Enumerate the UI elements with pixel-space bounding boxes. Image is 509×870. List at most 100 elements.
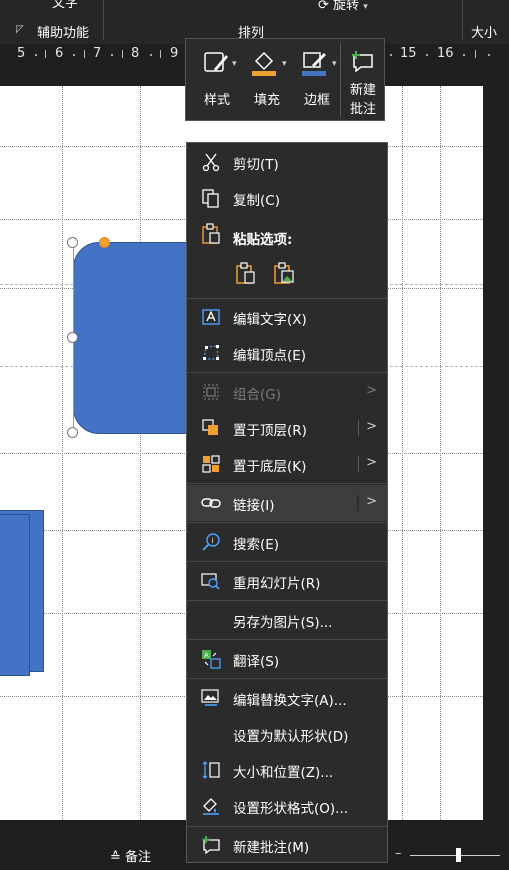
- pen-outline-icon: [302, 52, 326, 76]
- style-label: 样式: [203, 93, 230, 108]
- chevron-down-icon: ▾: [282, 59, 287, 69]
- paste-picture-icon: [274, 262, 294, 284]
- border-button[interactable]: ▾ 边框: [292, 47, 342, 117]
- menu-item-bring-to-front[interactable]: 置于顶层(R) >: [187, 410, 387, 446]
- split-divider: [358, 456, 359, 472]
- new-comment-label-line1: 新建: [349, 83, 376, 98]
- new-comment-button[interactable]: 新建 批注: [341, 47, 385, 121]
- paste-keep-formatting-icon: [236, 262, 255, 284]
- svg-text:i: i: [212, 537, 214, 545]
- shape-rectangle-front[interactable]: [0, 514, 30, 676]
- menu-divider: [187, 600, 387, 601]
- menu-item-label: 搜索(E): [233, 537, 280, 553]
- border-label: 边框: [303, 93, 330, 108]
- send-to-back-icon: [202, 455, 220, 473]
- zoom-slider-thumb[interactable]: [456, 848, 461, 862]
- chevron-right-icon[interactable]: >: [366, 455, 377, 470]
- fill-button[interactable]: ▾ 填充: [242, 47, 292, 117]
- ruler-dot: [111, 54, 113, 56]
- grid-line: [140, 86, 141, 820]
- smart-lookup-icon: i: [202, 533, 220, 551]
- menu-item-edit-text[interactable]: 编辑文字(X): [187, 299, 387, 335]
- shape-style-icon: [204, 52, 228, 72]
- menu-item-cut[interactable]: 剪切(T): [187, 144, 387, 180]
- ruler-number: 15: [400, 46, 417, 61]
- ribbon-text-fragment: 文字: [52, 0, 79, 11]
- notes-button[interactable]: ≙ 备注: [110, 846, 151, 865]
- menu-item-edit-alt-text[interactable]: 编辑替换文字(A)...: [187, 680, 387, 716]
- menu-item-label: 剪切(T): [233, 157, 279, 173]
- rotate-icon: ⟳: [318, 0, 329, 13]
- chevron-down-icon: ▾: [332, 59, 337, 69]
- paint-bucket-icon: [252, 51, 276, 76]
- ruler-tick: [160, 50, 161, 58]
- menu-item-translate[interactable]: A 翻译(S): [187, 641, 387, 677]
- paste-as-picture-button[interactable]: [273, 261, 301, 289]
- menu-item-new-comment[interactable]: 新建批注(M): [187, 827, 387, 863]
- menu-item-send-to-back[interactable]: 置于底层(K) >: [187, 446, 387, 482]
- paste-keep-source-button[interactable]: [235, 261, 263, 289]
- menu-divider: [187, 372, 387, 373]
- resize-handle[interactable]: [67, 332, 78, 343]
- resize-handle[interactable]: [67, 427, 78, 438]
- menu-item-format-shape[interactable]: 设置形状格式(O)...: [187, 788, 387, 824]
- chevron-right-icon[interactable]: >: [366, 494, 377, 509]
- style-button[interactable]: ▾ 样式: [192, 47, 242, 117]
- ruler-tick: [45, 50, 46, 58]
- ruler-dot: [426, 54, 428, 56]
- split-divider: [358, 420, 359, 436]
- ribbon-divider: [462, 0, 463, 40]
- bring-to-front-icon: [202, 419, 218, 435]
- menu-item-label: 重用幻灯片(R): [233, 576, 321, 592]
- ruler-number: 8: [131, 46, 140, 61]
- chevron-right-icon[interactable]: >: [366, 419, 377, 434]
- edit-text-icon: [202, 309, 220, 325]
- paste-options-heading: 粘贴选项:: [233, 232, 293, 248]
- adjust-handle[interactable]: [99, 237, 110, 248]
- menu-item-reuse-slides[interactable]: 重用幻灯片(R): [187, 563, 387, 599]
- dialog-launcher-icon[interactable]: ◸: [16, 24, 24, 35]
- menu-item-label: 编辑顶点(E): [233, 348, 307, 364]
- ruler-dot: [390, 54, 392, 56]
- new-comment-icon: [202, 836, 220, 855]
- svg-text:A: A: [204, 652, 209, 660]
- notes-label: 备注: [125, 850, 152, 865]
- ruler-dot: [73, 54, 75, 56]
- size-position-icon: [202, 761, 220, 779]
- menu-item-label: 编辑替换文字(A)...: [233, 693, 347, 709]
- menu-item-size-position[interactable]: 大小和位置(Z)...: [187, 752, 387, 788]
- zoom-slider[interactable]: [410, 855, 500, 856]
- group-icon: [203, 384, 219, 400]
- resize-handle[interactable]: [67, 237, 78, 248]
- ruler-dot: [463, 54, 465, 56]
- menu-item-link[interactable]: 链接(I) >: [187, 485, 387, 521]
- new-comment-icon: [352, 51, 373, 73]
- menu-item-label: 置于顶层(R): [233, 423, 307, 439]
- grid-line: [440, 86, 441, 820]
- menu-item-set-default-shape[interactable]: 设置为默认形状(D): [187, 716, 387, 752]
- menu-item-label: 设置为默认形状(D): [233, 729, 349, 745]
- grid-line: [62, 86, 63, 820]
- menu-item-search[interactable]: i 搜索(E): [187, 524, 387, 560]
- zoom-out-icon[interactable]: –: [395, 846, 402, 861]
- ruler-dot: [488, 54, 490, 56]
- menu-divider: [187, 561, 387, 562]
- chevron-down-icon: ▾: [363, 2, 368, 12]
- menu-item-group[interactable]: 组合(G) >: [187, 374, 387, 410]
- link-icon: [201, 498, 221, 508]
- menu-item-label: 翻译(S): [233, 654, 280, 670]
- accessibility-group-label: 辅助功能: [37, 26, 90, 41]
- ruler-tick: [84, 50, 85, 58]
- new-comment-label-line2: 批注: [349, 102, 376, 117]
- menu-item-save-as-picture[interactable]: 另存为图片(S)...: [187, 602, 387, 638]
- menu-item-copy[interactable]: 复制(C): [187, 180, 387, 216]
- menu-item-edit-points[interactable]: 编辑顶点(E): [187, 335, 387, 371]
- ribbon-divider: [103, 0, 104, 40]
- rotate-button[interactable]: ⟳ 旋转 ▾: [318, 0, 368, 13]
- ruler-dot: [35, 54, 37, 56]
- menu-item-label: 另存为图片(S)...: [233, 615, 333, 631]
- chevron-down-icon: ▾: [232, 59, 237, 69]
- copy-icon: [202, 189, 219, 208]
- ruler-dot: [150, 54, 152, 56]
- rotate-label: 旋转: [333, 0, 360, 13]
